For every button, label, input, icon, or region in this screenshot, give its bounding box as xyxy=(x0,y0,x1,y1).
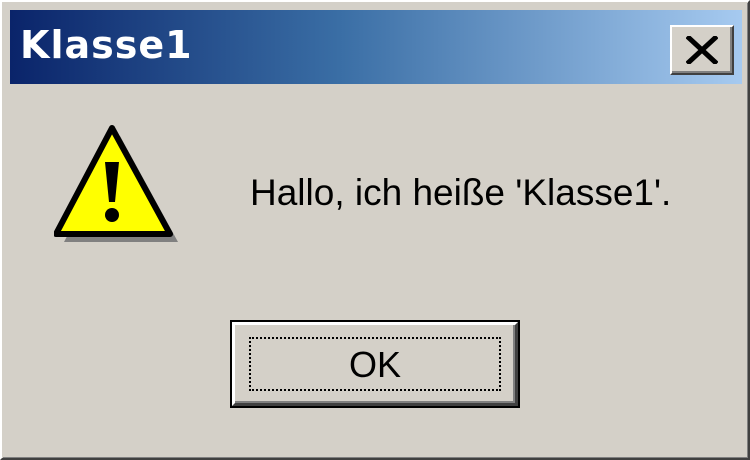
close-icon xyxy=(686,36,718,64)
window-title: Klasse1 xyxy=(20,23,193,67)
ok-button[interactable]: OK xyxy=(230,320,520,408)
close-button[interactable] xyxy=(670,25,734,75)
ok-button-face: OK xyxy=(232,322,518,406)
title-bar[interactable]: Klasse1 xyxy=(10,10,742,84)
message-dialog: Klasse1 Hallo, ich heiße 'Klasse1'. OK xyxy=(0,0,750,460)
dialog-message: Hallo, ich heiße 'Klasse1'. xyxy=(250,172,672,213)
warning-icon xyxy=(54,125,178,242)
ok-button-label: OK xyxy=(348,344,401,385)
